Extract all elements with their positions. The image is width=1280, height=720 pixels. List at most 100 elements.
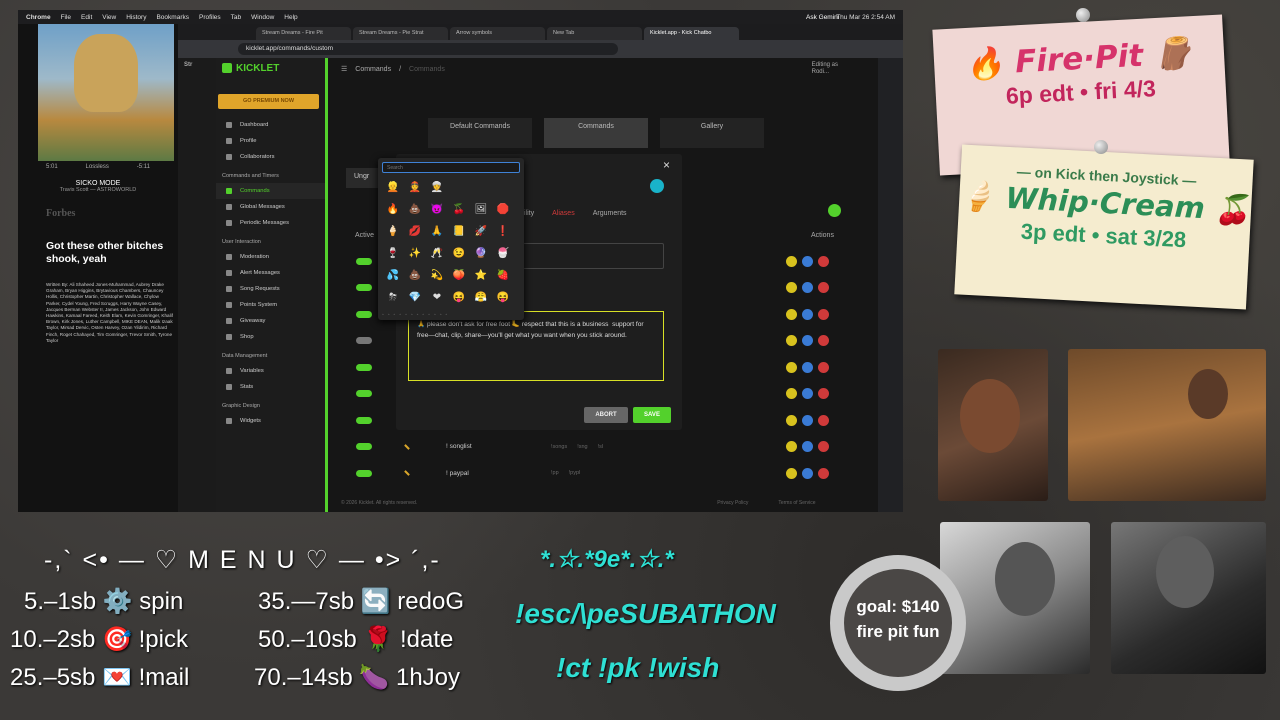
emoji-category-bar[interactable]: ◦◦◦◦◦◦◦◦◦◦◦◦ [382,312,451,318]
active-toggle[interactable] [356,390,372,398]
active-toggle[interactable] [356,337,372,345]
delete-icon[interactable] [818,441,829,453]
active-toggle[interactable] [356,284,372,292]
tab-visibility[interactable]: ility [524,210,534,217]
emoji-option[interactable]: 😈 [426,202,448,218]
edit-icon[interactable] [786,335,797,347]
emoji-option[interactable]: 🍒 [448,202,470,218]
emoji-option[interactable]: 😉 [448,246,470,262]
edit-icon[interactable] [786,255,797,267]
emoji-option[interactable]: 👱 [382,180,404,196]
menubar-file[interactable]: File [61,14,71,21]
emoji-search-input[interactable] [382,162,520,173]
menubar-help[interactable]: Help [284,14,297,21]
edit-icon[interactable] [786,361,797,373]
ask-gemini-button[interactable]: Ask Gemini [806,14,839,21]
emoji-option[interactable]: 🍷 [382,246,404,262]
emoji-option[interactable] [448,180,470,196]
menubar-tab[interactable]: Tab [231,14,241,21]
copy-icon[interactable] [802,467,813,479]
emoji-option[interactable]: 🍧 [492,246,514,262]
copy-icon[interactable] [802,255,813,267]
tab-default-commands[interactable]: Default Commands [428,118,532,148]
edit-icon[interactable] [786,441,797,453]
url-input[interactable]: kicklet.app/commands/custom [238,43,618,55]
delete-icon[interactable] [818,414,829,426]
edit-icon[interactable] [786,467,797,479]
emoji-option[interactable]: 😤 [470,290,492,306]
emoji-option[interactable]: 🛑 [492,202,514,218]
sidebar-item-song-requests[interactable]: Song Requests [216,281,325,297]
sidebar-item-global-messages[interactable]: Global Messages [216,199,325,215]
close-icon[interactable]: × [663,158,670,172]
delete-icon[interactable] [818,361,829,373]
copy-icon[interactable] [802,414,813,426]
emoji-option[interactable]: ⛈ [382,290,404,306]
emoji-option[interactable]: 💩 [404,202,426,218]
menubar-window[interactable]: Window [251,14,274,21]
edit-icon[interactable] [786,388,797,400]
emoji-option[interactable]: ⭐ [470,268,492,284]
privacy-link[interactable]: Privacy Policy [717,500,748,506]
emoji-option[interactable]: 📒 [448,224,470,240]
edit-icon[interactable] [786,414,797,426]
tab-gallery[interactable]: Gallery [660,118,764,148]
breadcrumb[interactable]: Commands [355,66,391,73]
emoji-option[interactable]: 🥂 [426,246,448,262]
sidebar-item-dashboard[interactable]: Dashboard [216,117,325,133]
copy-icon[interactable] [802,335,813,347]
emoji-option[interactable]: 🖼 [470,202,492,218]
menubar-app[interactable]: Chrome [26,14,51,21]
delete-icon[interactable] [818,467,829,479]
sidebar-item-shop[interactable]: Shop [216,329,325,345]
tos-link[interactable]: Terms of Service [778,500,815,506]
tab-arguments[interactable]: Arguments [593,210,627,217]
emoji-option[interactable]: 💦 [382,268,404,284]
emoji-option[interactable]: 😝 [492,290,514,306]
tab-fire-pit[interactable]: Stream Dreams - Fire Pit [256,27,351,40]
emoji-option[interactable]: 💎 [404,290,426,306]
sidebar-item-collaborators[interactable]: Collaborators [216,149,325,165]
active-toggle[interactable] [356,310,372,318]
emoji-option[interactable]: 🍦 [382,224,404,240]
emoji-option[interactable] [470,180,492,196]
tab-new[interactable]: New Tab [547,27,642,40]
emoji-option[interactable]: ❤ [426,290,448,306]
tab-kicklet[interactable]: Kicklet.app - Kick Chatbo [644,27,739,40]
sidebar-item-variables[interactable]: Variables [216,363,325,379]
emoji-option[interactable]: 👲 [404,180,426,196]
sidebar-item-commands[interactable]: Commands [216,183,325,199]
pencil-icon[interactable] [404,470,410,477]
active-toggle[interactable] [356,469,372,477]
copy-icon[interactable] [802,361,813,373]
tab-pie-strat[interactable]: Stream Dreams - Pie Strat [353,27,448,40]
emoji-option[interactable]: 🙏 [426,224,448,240]
copy-icon[interactable] [802,282,813,294]
active-toggle[interactable] [356,443,372,451]
info-icon[interactable] [650,179,664,193]
copy-icon[interactable] [802,441,813,453]
premium-button[interactable]: GO PREMIUM NOW [218,94,319,109]
edit-icon[interactable] [786,308,797,320]
copy-icon[interactable] [802,308,813,320]
emoji-option[interactable]: 🔥 [382,202,404,218]
menubar-edit[interactable]: Edit [81,14,92,21]
sidebar-item-stats[interactable]: Stats [216,379,325,395]
emoji-option[interactable]: ❗ [492,224,514,240]
menubar-history[interactable]: History [126,14,146,21]
tab-commands[interactable]: Commands [544,118,648,148]
sidebar-item-alert-messages[interactable]: Alert Messages [216,265,325,281]
response-textarea[interactable]: 🙏 please don't ask for free foot 🦶 respe… [408,311,664,381]
tab-arrow-symbols[interactable]: Arrow symbols [450,27,545,40]
active-toggle[interactable] [356,257,372,265]
menubar-profiles[interactable]: Profiles [199,14,221,21]
emoji-option[interactable]: 🍓 [492,268,514,284]
add-command-button[interactable] [828,204,841,217]
delete-icon[interactable] [818,335,829,347]
sidebar-item-profile[interactable]: Profile [216,133,325,149]
delete-icon[interactable] [818,282,829,294]
emoji-option[interactable]: 🍑 [448,268,470,284]
save-button[interactable]: SAVE [633,407,671,423]
sidebar-item-periodic-messages[interactable]: Periodic Messages [216,215,325,231]
tab-aliases[interactable]: Aliases [552,210,575,217]
